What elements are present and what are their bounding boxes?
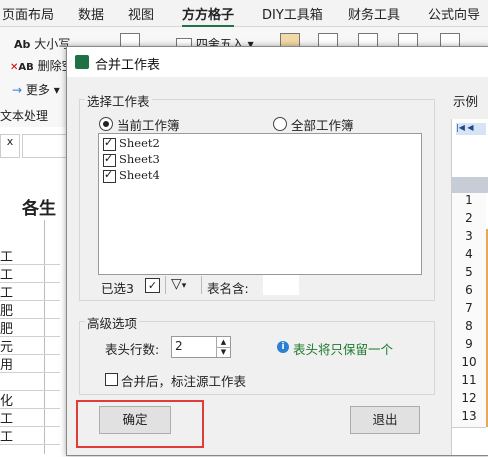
tab-data[interactable]: 数据 <box>78 4 104 23</box>
header-rows-value[interactable]: 2 <box>175 339 183 353</box>
delete-space-button[interactable]: ✕AB 删除空 <box>10 57 74 74</box>
row-number: 11 <box>452 373 486 392</box>
tab-diy-toolbox[interactable]: DIY工具箱 <box>262 4 323 23</box>
radio-current-label[interactable]: 当前工作簿 <box>117 115 180 134</box>
cell[interactable]: 工 <box>0 246 60 265</box>
row-number: 3 <box>452 229 486 248</box>
mark-source-label[interactable]: 合并后，标注源工作表 <box>121 371 246 390</box>
selected-count: 已选3 <box>101 281 134 296</box>
header-hint-text: 表头将只保留一个 <box>293 342 394 357</box>
sheet-item-label[interactable]: Sheet4 <box>119 168 160 182</box>
cell[interactable]: 元 <box>0 336 60 355</box>
radio-all-workbooks[interactable] <box>273 117 287 131</box>
info-icon: i <box>277 341 289 353</box>
tab-formula-wizard[interactable]: 公式向导 <box>428 4 480 23</box>
arrow-right-icon: → <box>12 83 23 97</box>
row-number: 4 <box>452 247 486 266</box>
dialog-title: 合并工作表 <box>95 58 161 73</box>
row-number: 8 <box>452 319 486 338</box>
merge-sheets-dialog: 合并工作表 选择工作表 当前工作簿 全部工作簿 Sheet2 Sheet3 Sh… <box>66 46 488 456</box>
sheet-checkbox[interactable] <box>103 136 116 151</box>
cell[interactable]: 用 <box>0 354 60 373</box>
nav-arrows-icon: |◀ ◀ <box>456 123 486 135</box>
app-icon <box>75 55 89 69</box>
more-label: 更多 <box>25 83 50 97</box>
divider <box>165 276 166 294</box>
cell[interactable]: 工 <box>0 264 60 283</box>
radio-all-label[interactable]: 全部工作簿 <box>291 115 354 134</box>
sheet-item-label[interactable]: Sheet3 <box>119 152 160 166</box>
row-number: 12 <box>452 391 486 410</box>
case-button[interactable]: Ab 大小写 <box>14 35 70 52</box>
ribbon-tab-bar: 页面布局 数据 视图 方方格子 DIY工具箱 财务工具 公式向导 <box>0 0 488 28</box>
row-number: 5 <box>452 265 486 284</box>
cell[interactable]: 化 <box>0 390 60 409</box>
cell[interactable]: 工 <box>0 408 60 427</box>
case-label: 大小写 <box>34 37 71 51</box>
row-number: 2 <box>452 211 486 230</box>
ok-button[interactable]: 确定 <box>99 406 171 434</box>
sheet-list[interactable]: Sheet2 Sheet3 Sheet4 <box>98 133 422 275</box>
tab-view[interactable]: 视图 <box>128 4 154 23</box>
name-contains-label: 表名含: <box>207 281 249 296</box>
tab-page-layout[interactable]: 页面布局 <box>2 4 54 23</box>
cell[interactable]: 工 <box>0 426 60 445</box>
example-header-row <box>452 177 488 193</box>
sheet-item-label[interactable]: Sheet2 <box>119 136 160 150</box>
row-number: 9 <box>452 337 486 356</box>
advanced-options-legend: 高级选项 <box>85 313 140 332</box>
divider <box>201 276 202 294</box>
header-rows-stepper[interactable]: 2 ▲ ▼ <box>171 336 231 358</box>
row-number: 1 <box>452 193 486 212</box>
header-rows-label: 表头行数: <box>105 342 160 357</box>
dialog-titlebar[interactable]: 合并工作表 <box>67 47 488 77</box>
select-sheets-legend: 选择工作表 <box>85 91 152 110</box>
row-number: 10 <box>452 355 486 374</box>
select-all-checkbox[interactable]: ✓ <box>145 278 160 293</box>
cell[interactable]: 工 <box>0 282 60 301</box>
stepper-down-icon[interactable]: ▼ <box>216 347 230 357</box>
example-preview: |◀ ◀ 1 2 3 4 5 6 7 8 9 10 11 12 13 <box>451 119 488 455</box>
sheet-checkbox[interactable] <box>103 168 116 183</box>
mark-source-checkbox[interactable] <box>105 373 118 386</box>
sheet-header-text: 各生 <box>22 199 56 219</box>
tab-finance-tools[interactable]: 财务工具 <box>348 4 400 23</box>
sheet-checkbox[interactable] <box>103 152 116 167</box>
row-number: 13 <box>452 409 486 428</box>
name-box[interactable]: x <box>0 134 20 158</box>
name-contains-input[interactable] <box>263 275 299 295</box>
cell[interactable] <box>0 372 60 391</box>
formula-bar[interactable] <box>22 134 68 158</box>
cell[interactable]: 肥 <box>0 318 60 337</box>
tab-fangfang[interactable]: 方方格子 <box>182 4 235 28</box>
more-button[interactable]: → 更多 ▾ <box>12 81 60 98</box>
filter-icon[interactable]: ▽▾ <box>171 276 186 292</box>
example-legend: 示例 <box>451 91 481 110</box>
row-number: 7 <box>452 301 486 320</box>
text-processing-group-label: 文本处理 <box>0 109 49 123</box>
exit-button[interactable]: 退出 <box>350 406 420 434</box>
radio-current-workbook[interactable] <box>99 117 113 131</box>
row-number: 6 <box>452 283 486 302</box>
cell[interactable]: 肥 <box>0 300 60 319</box>
